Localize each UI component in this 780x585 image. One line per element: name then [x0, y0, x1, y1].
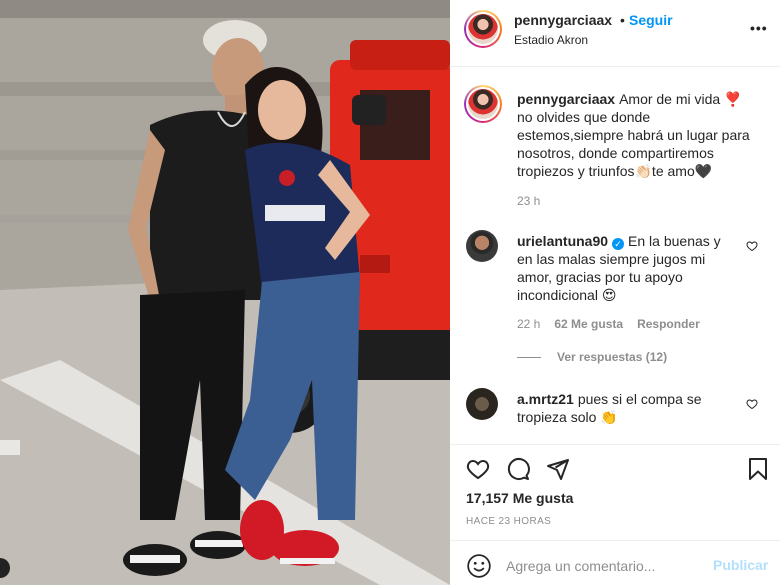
caption-username[interactable]: pennygarciaax [517, 91, 615, 107]
posted-time[interactable]: HACE 23 HORAS [466, 516, 551, 527]
emoji-icon[interactable] [466, 553, 492, 579]
caption-time[interactable]: 23 h [517, 194, 540, 208]
reply-button[interactable]: Responder [637, 317, 700, 331]
follow-button[interactable]: Seguir [629, 12, 673, 28]
comment-time[interactable]: 22 h [517, 317, 540, 331]
comment-username[interactable]: a.mrtz21 [517, 391, 574, 407]
comment-like-heart-icon[interactable] [746, 398, 758, 410]
author-username[interactable]: pennygarciaax [514, 12, 612, 28]
actions-divider [450, 444, 780, 445]
comment-meta: 22 h 62 Me gusta Responder [517, 317, 714, 331]
comment-like-heart-icon[interactable] [746, 240, 758, 252]
post-detail-panel: pennygarciaax • Seguir Estadio Akron •••… [450, 0, 780, 585]
comment-a.mrtz21: a.mrtz21 pues si el compa se tropieza sol… [517, 390, 735, 426]
view-replies-label: Ver respuestas (12) [557, 350, 668, 364]
likes-count[interactable]: 17,157 Me gusta [466, 490, 573, 506]
comment-icon[interactable] [506, 457, 530, 481]
caption-meta: 23 h [517, 194, 554, 208]
post-photo-illustration [0, 0, 450, 585]
comment-avatar-a.mrtz21[interactable] [466, 388, 498, 420]
comment-urielantuna90: urielantuna90 ✓ En la buenas y en las mala… [517, 232, 735, 304]
caption-avatar[interactable] [464, 85, 502, 123]
bookmark-icon[interactable] [746, 457, 770, 481]
post-location[interactable]: Estadio Akron [514, 33, 588, 47]
heart-icon[interactable] [466, 457, 490, 481]
add-comment-input[interactable] [506, 556, 706, 576]
publish-button[interactable]: Publicar [713, 557, 768, 573]
header-separator: • [620, 12, 625, 28]
verified-icon: ✓ [612, 238, 625, 250]
caption: pennygarciaax Amor de mi vida ❣️no olvide… [517, 90, 757, 180]
comment-avatar-urielantuna90[interactable] [466, 230, 498, 262]
comment-username[interactable]: urielantuna90 [517, 233, 608, 249]
header-divider [450, 66, 780, 67]
comment-box-divider [450, 540, 780, 541]
share-icon[interactable] [546, 457, 570, 481]
more-options-icon[interactable]: ••• [750, 20, 768, 36]
replies-line [517, 356, 541, 358]
view-replies-button[interactable]: Ver respuestas (12) [517, 350, 667, 364]
post-photo[interactable] [0, 0, 450, 585]
author-avatar[interactable] [464, 10, 502, 48]
comment-likes[interactable]: 62 Me gusta [554, 317, 623, 331]
